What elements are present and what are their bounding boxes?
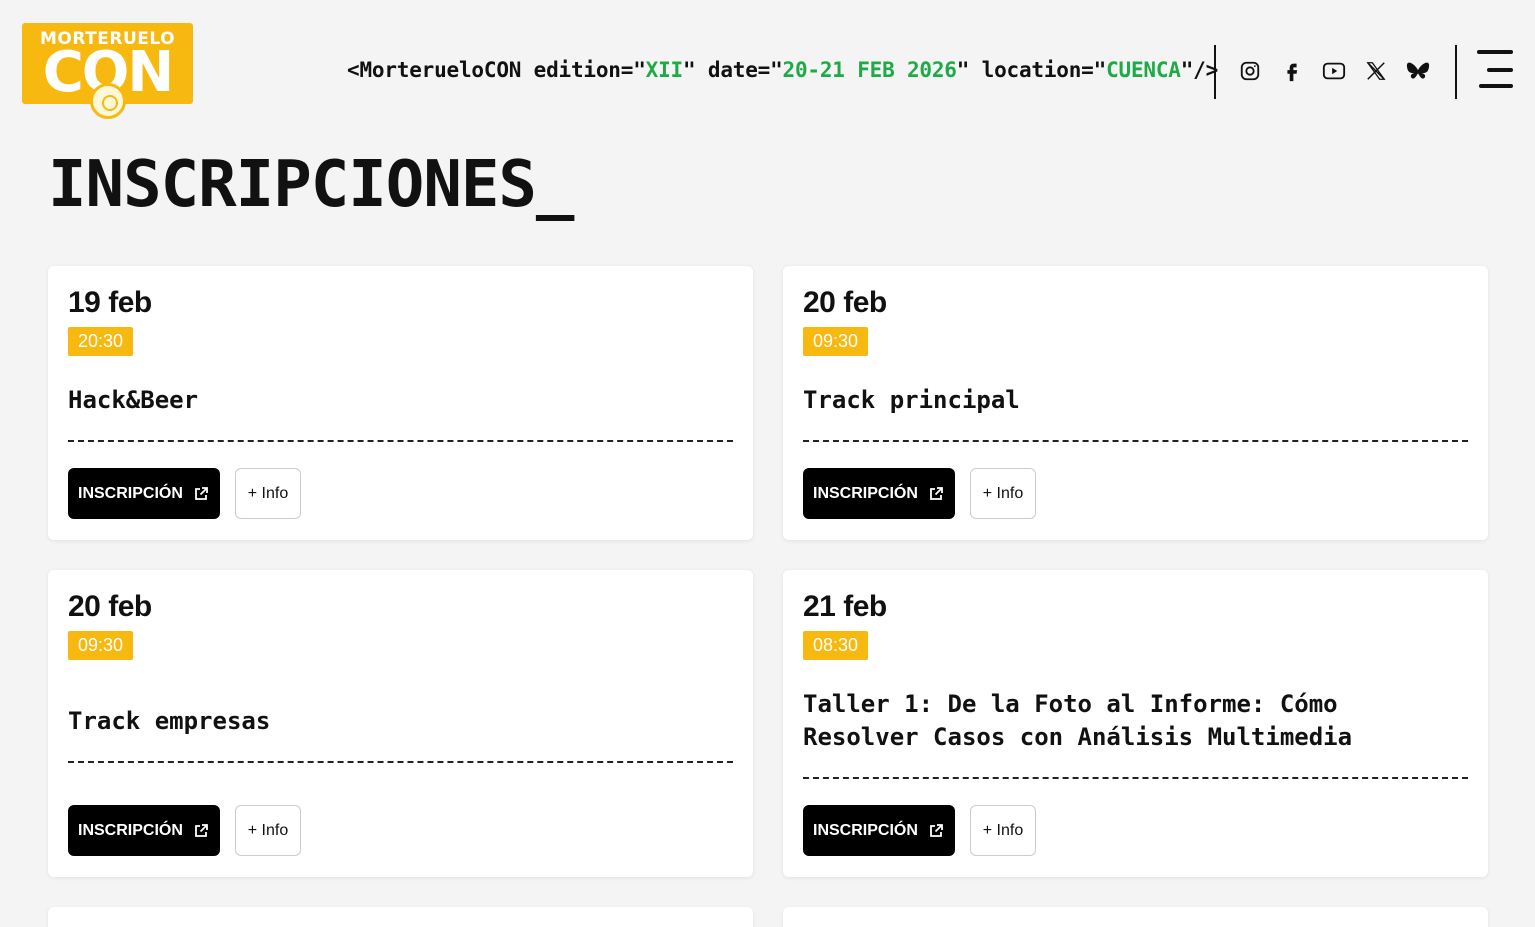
divider bbox=[803, 777, 1468, 779]
youtube-icon[interactable] bbox=[1322, 57, 1346, 85]
inscripcion-button[interactable]: INSCRIPCIÓN bbox=[68, 805, 220, 856]
external-link-icon bbox=[930, 823, 943, 837]
button-label: INSCRIPCIÓN bbox=[813, 484, 918, 502]
tagline-part: "/> bbox=[1180, 58, 1219, 82]
header-divider bbox=[1214, 45, 1216, 99]
edition-value: XII bbox=[645, 58, 684, 82]
event-title: Track principal bbox=[803, 386, 1020, 414]
button-label: INSCRIPCIÓN bbox=[78, 484, 183, 502]
tagline-part: " date=" bbox=[682, 58, 783, 82]
event-time-badge: 08:30 bbox=[803, 631, 869, 660]
button-label: INSCRIPCIÓN bbox=[813, 821, 918, 839]
divider bbox=[68, 440, 733, 442]
event-title: Track empresas bbox=[68, 707, 271, 735]
event-time-badge: 20:30 bbox=[68, 327, 134, 356]
event-time-badge: 09:30 bbox=[68, 631, 134, 660]
menu-bar bbox=[1487, 68, 1513, 72]
event-title: Taller 1: De la Foto al Informe: Cómo Re… bbox=[803, 690, 1353, 751]
egg-icon bbox=[90, 83, 126, 119]
external-link-icon bbox=[195, 823, 208, 837]
event-card: 21 feb 08:30 Taller 1: De la Foto al Inf… bbox=[783, 570, 1488, 877]
event-date: 19 feb bbox=[68, 286, 152, 319]
menu-bar bbox=[1477, 50, 1513, 54]
x-icon[interactable] bbox=[1364, 57, 1388, 85]
menu-bar bbox=[1479, 84, 1513, 88]
event-date: 20 feb bbox=[803, 286, 887, 319]
external-link-icon bbox=[195, 486, 208, 500]
inscripcion-button[interactable]: INSCRIPCIÓN bbox=[68, 468, 220, 519]
more-info-button[interactable]: + Info bbox=[970, 468, 1036, 519]
date-value: 20-21 FEB 2026 bbox=[782, 58, 957, 82]
hamburger-menu-icon[interactable] bbox=[1477, 48, 1513, 92]
event-card bbox=[783, 907, 1488, 927]
location-value: CUENCA bbox=[1106, 58, 1181, 82]
bluesky-icon[interactable] bbox=[1406, 57, 1430, 85]
event-card: 19 feb 20:30 Hack&Beer INSCRIPCIÓN + Inf… bbox=[48, 266, 753, 540]
more-info-button[interactable]: + Info bbox=[235, 468, 301, 519]
more-info-button[interactable]: + Info bbox=[970, 805, 1036, 856]
page-title: INSCRIPCIONES_ bbox=[48, 148, 574, 222]
divider bbox=[803, 440, 1468, 442]
more-info-button[interactable]: + Info bbox=[235, 805, 301, 856]
event-title: Hack&Beer bbox=[68, 386, 199, 414]
event-card: 20 feb 09:30 Track empresas INSCRIPCIÓN … bbox=[48, 570, 753, 877]
tagline-part: <MorteruelоCON edition=" bbox=[347, 58, 646, 82]
external-link-icon bbox=[930, 486, 943, 500]
divider bbox=[68, 761, 733, 763]
event-tagline: <MorteruelоCON edition="XII" date="20-21… bbox=[347, 58, 1218, 82]
header-divider bbox=[1455, 45, 1457, 99]
social-links bbox=[1238, 57, 1430, 85]
facebook-icon[interactable] bbox=[1280, 57, 1304, 85]
button-label: INSCRIPCIÓN bbox=[78, 821, 183, 839]
instagram-icon[interactable] bbox=[1238, 57, 1262, 85]
event-card: 20 feb 09:30 Track principal INSCRIPCIÓN… bbox=[783, 266, 1488, 540]
event-date: 20 feb bbox=[68, 590, 152, 623]
logo[interactable]: MORTERUELO CON bbox=[22, 23, 193, 120]
event-date: 21 feb bbox=[803, 590, 887, 623]
event-time-badge: 09:30 bbox=[803, 327, 869, 356]
tagline-part: " location=" bbox=[956, 58, 1107, 82]
inscripcion-button[interactable]: INSCRIPCIÓN bbox=[803, 805, 955, 856]
inscripcion-button[interactable]: INSCRIPCIÓN bbox=[803, 468, 955, 519]
event-card bbox=[48, 907, 753, 927]
